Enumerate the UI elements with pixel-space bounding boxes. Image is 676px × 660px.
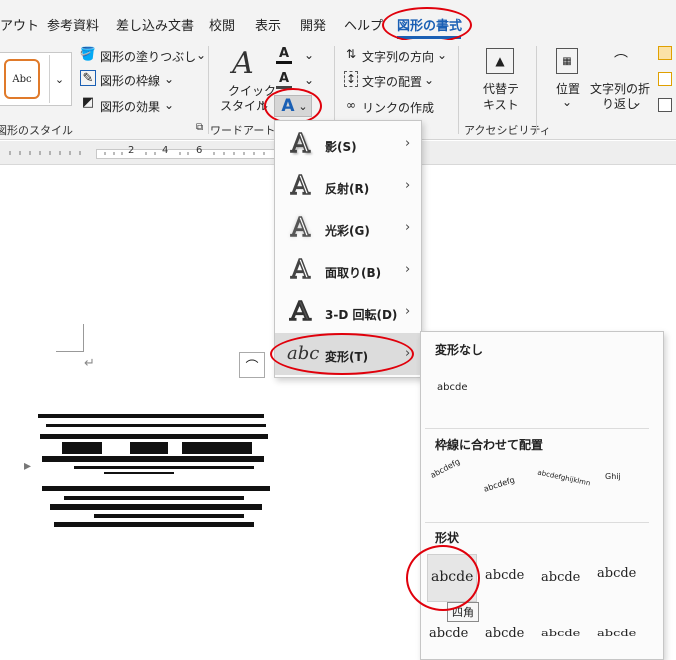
alt-text-label-2[interactable]: キスト <box>483 96 519 113</box>
group-separator <box>458 46 459 134</box>
tab-view[interactable]: 表示 <box>255 15 281 34</box>
menu-item-shadow[interactable]: A 影(S) › <box>275 123 421 165</box>
tab-help[interactable]: ヘルプ <box>344 15 383 34</box>
section-divider <box>425 522 649 523</box>
highlight-circle-warp-square <box>406 545 480 611</box>
selection-pane-icon[interactable] <box>658 98 672 112</box>
layout-options-icon[interactable]: ⌒ <box>239 352 265 378</box>
menu-item-bevel[interactable]: A 面取り(B) › <box>275 249 421 291</box>
shadow-effect-icon: A <box>290 128 310 160</box>
link-icon: ∞ <box>346 98 356 112</box>
no-transform-header: 変形なし <box>435 343 484 357</box>
follow-path-header: 枠線に合わせて配置 <box>435 438 544 452</box>
text-fill-icon[interactable]: A <box>276 46 292 64</box>
warp-arch-option[interactable]: abcde <box>597 628 636 639</box>
alt-text-label-1[interactable]: 代替テ <box>483 80 519 97</box>
wrap-text-icon: ⌒ <box>614 54 628 70</box>
shape-effects-button[interactable]: 図形の効果 <box>100 98 160 115</box>
menu-item-3d-rotation[interactable]: A 3-D 回転(D) › <box>275 291 421 333</box>
alt-text-icon: ▲ <box>486 48 514 74</box>
align-text-button[interactable]: 文字の配置 <box>362 73 422 90</box>
ribbon-tabs: アウト 参考資料 差し込み文書 校閲 表示 開発 ヘルプ 図形の書式 <box>0 0 676 43</box>
circle-option[interactable]: abcdefghijklmn <box>537 468 591 487</box>
highlight-circle-transform <box>270 333 414 375</box>
tab-developer[interactable]: 開発 <box>300 15 326 34</box>
section-divider <box>425 428 649 429</box>
menu-item-reflection[interactable]: A 反射(R) › <box>275 165 421 207</box>
warp-chevron-up-option[interactable]: abcde <box>597 566 636 581</box>
menu-item-label: 影(S) <box>325 140 357 154</box>
3d-rotation-effect-icon: A <box>289 296 311 328</box>
chevron-down-icon[interactable]: ⌄ <box>437 48 447 62</box>
position-icon: ▦ <box>556 48 578 74</box>
submenu-arrow-icon: › <box>405 136 411 151</box>
style-sample-tile[interactable]: Abc <box>4 59 40 99</box>
shape-outline-button[interactable]: 図形の枠線 <box>100 72 160 89</box>
bevel-effect-icon: A <box>290 254 310 286</box>
submenu-arrow-icon: › <box>405 304 411 319</box>
arch-down-option[interactable]: abcdefg <box>482 475 515 494</box>
tab-references[interactable]: 参考資料 <box>47 15 99 34</box>
quick-styles-icon: A <box>232 45 254 81</box>
menu-item-label: 光彩(G) <box>325 224 370 238</box>
group-separator <box>208 46 209 134</box>
shape-fill-button[interactable]: 図形の塗りつぶし <box>100 48 196 65</box>
shape-style-gallery[interactable]: Abc ⌄ <box>0 52 72 106</box>
arch-up-option[interactable]: abcdefg <box>429 457 462 480</box>
text-direction-icon: ⇅ <box>345 47 357 61</box>
no-transform-option[interactable]: abcde <box>437 382 467 393</box>
reflection-effect-icon: A <box>290 170 310 202</box>
glow-effect-icon: A <box>290 212 310 244</box>
pen-outline-icon: ✎ <box>80 70 96 86</box>
bring-forward-icon[interactable] <box>658 46 672 60</box>
chevron-down-icon[interactable]: ⌄ <box>424 73 434 87</box>
chevron-down-icon[interactable]: ⌄ <box>164 98 174 112</box>
submenu-arrow-icon: › <box>405 220 411 235</box>
paragraph-mark-icon: ↵ <box>84 356 95 371</box>
warp-triangle-up-option[interactable]: abcde <box>485 568 524 583</box>
text-direction-button[interactable]: 文字列の方向 <box>362 48 434 65</box>
warp-header: 形状 <box>435 531 460 545</box>
highlight-circle-tab <box>382 7 472 43</box>
menu-item-label: 反射(R) <box>325 182 370 196</box>
warp-ring-outside-option[interactable]: abcde <box>541 628 580 639</box>
dialog-launcher-icon[interactable]: ⧉ <box>196 122 203 133</box>
menu-item-label: 面取り(B) <box>325 266 382 280</box>
create-link-button[interactable]: リンクの作成 <box>362 99 434 116</box>
align-text-icon: ↕ <box>344 71 358 87</box>
chevron-down-icon[interactable]: ⌄ <box>632 95 642 109</box>
gallery-more-button[interactable]: ⌄ <box>49 55 69 103</box>
transform-gallery: 変形なし abcde 枠線に合わせて配置 abcdefg abcdefg abc… <box>420 331 664 660</box>
style-sample-label: Abc <box>12 73 32 85</box>
submenu-arrow-icon: › <box>405 178 411 193</box>
tab-layout[interactable]: アウト <box>0 15 39 34</box>
send-backward-icon[interactable] <box>658 72 672 86</box>
group-separator <box>536 46 537 134</box>
chevron-down-icon[interactable]: ⌄ <box>164 72 174 86</box>
collapse-handle-icon[interactable]: ▸ <box>24 458 31 474</box>
menu-item-glow[interactable]: A 光彩(G) › <box>275 207 421 249</box>
highlight-circle-text-effects <box>264 88 322 124</box>
tab-mailings[interactable]: 差し込み文書 <box>116 15 194 34</box>
accessibility-group-label: アクセシビリティ <box>464 124 551 137</box>
warp-chevron-down-option[interactable]: abcde <box>429 626 468 641</box>
chevron-down-icon[interactable]: ⌄ <box>304 48 314 62</box>
margin-corner-mark <box>56 324 84 352</box>
chevron-down-icon[interactable]: ⌄ <box>562 95 572 109</box>
tab-review[interactable]: 校閲 <box>209 15 235 34</box>
shape-styles-group-label: 図形のスタイル <box>0 124 73 137</box>
distorted-wordart-graphic[interactable] <box>34 406 274 542</box>
chevron-down-icon[interactable]: ⌄ <box>196 48 206 62</box>
shape-effects-icon: ◩ <box>81 94 95 110</box>
text-outline-icon[interactable]: A <box>276 71 292 89</box>
submenu-arrow-icon: › <box>405 262 411 277</box>
warp-ring-inside-option[interactable]: abcde <box>485 626 524 641</box>
menu-item-label: 3-D 回転(D) <box>325 308 398 322</box>
button-option[interactable]: Ghij <box>605 472 621 481</box>
paint-bucket-icon: 🪣 <box>79 46 97 62</box>
warp-triangle-down-option[interactable]: abcde <box>541 570 580 585</box>
chevron-down-icon[interactable]: ⌄ <box>304 73 314 87</box>
